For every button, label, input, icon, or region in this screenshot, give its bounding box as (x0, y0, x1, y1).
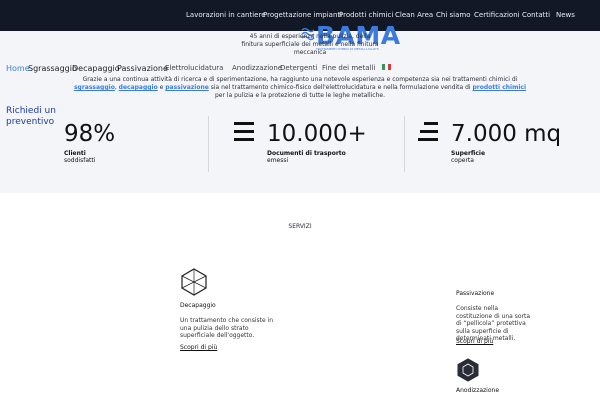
breadcrumb-detergenti[interactable]: Detergenti (280, 64, 317, 72)
link-passivazione[interactable]: passivazione (165, 84, 209, 91)
menu-lines-icon (234, 122, 254, 141)
nav-contatti[interactable]: Contatti (522, 11, 550, 19)
service-title-decapaggio: Decapaggio (180, 302, 216, 309)
service-desc-decapaggio: Un trattamento che consiste in una puliz… (180, 317, 274, 339)
stat-label-clients: Clienti (64, 150, 86, 157)
nav-lavorazioni-in-cantiere[interactable]: Lavorazioni in cantiere (186, 11, 266, 19)
stat-value-documents: 10.000+ (267, 121, 367, 147)
service-title-passivazione: Passivazione (456, 290, 495, 297)
nav-certificazioni[interactable]: Certificazioni (474, 11, 520, 19)
stat-label-documents: Documenti di trasporto (267, 150, 346, 157)
breadcrumb-anodizzazione[interactable]: Anodizzazione (232, 64, 282, 72)
breadcrumb-passivazione[interactable]: Passivazione (117, 64, 168, 73)
breadcrumb-elettrolucidatura[interactable]: Elettrolucidatura (165, 64, 223, 72)
decapaggio-learn-more-link[interactable]: Scopri di più (180, 344, 217, 351)
align-lines-icon (418, 122, 438, 141)
stat-value-clients: 98% (64, 121, 116, 147)
hero-tagline: 45 anni di esperienza nella pulizia, del… (241, 33, 379, 56)
stat-sub-clients: soddisfatti (64, 157, 96, 164)
stat-value-surface: 7.000 mq (451, 121, 562, 147)
top-navigation-bar: Lavorazioni in cantiere Progettazione im… (0, 0, 600, 31)
stat-divider (208, 116, 209, 172)
link-sgrassaggio[interactable]: sgrassaggio (74, 84, 115, 91)
nav-clean-area[interactable]: Clean Area (395, 11, 433, 19)
services-heading: SERVIZI (288, 223, 312, 230)
nav-news[interactable]: News (556, 11, 575, 19)
stat-sub-documents: emessi (267, 157, 289, 164)
link-decapaggio[interactable]: decapaggio (119, 84, 158, 91)
decapaggio-hexagon-icon (181, 268, 207, 296)
breadcrumb-home[interactable]: Home (6, 64, 30, 73)
nav-progettazione-impianti[interactable]: Progettazione impianti (263, 11, 342, 19)
stat-sub-surface: coperta (451, 157, 474, 164)
passivazione-learn-more-link[interactable]: Scopri di più (456, 338, 493, 345)
stat-label-surface: Superficie (451, 150, 486, 157)
anodizzazione-hexagon-icon (457, 358, 479, 382)
service-desc-passivazione: Consiste nella costituzione di una sorta… (456, 305, 531, 342)
intro-paragraph: Grazie a una continua attività di ricerc… (73, 76, 526, 99)
service-title-anodizzazione: Anodizzazione (456, 387, 500, 394)
breadcrumb-sgrassaggio[interactable]: Sgrassaggio (28, 64, 77, 73)
italian-flag-icon[interactable] (382, 64, 391, 70)
breadcrumb-decapaggio[interactable]: Decapaggio (72, 64, 120, 73)
nav-chi-siamo[interactable]: Chi siamo (436, 11, 470, 19)
stat-divider (404, 116, 405, 172)
breadcrumb-fine-dei-metalli[interactable]: Fine dei metalli (322, 64, 375, 72)
link-prodotti-chimici[interactable]: prodotti chimici (473, 84, 526, 91)
nav-prodotti-chimici[interactable]: Prodotti chimici (339, 11, 393, 19)
